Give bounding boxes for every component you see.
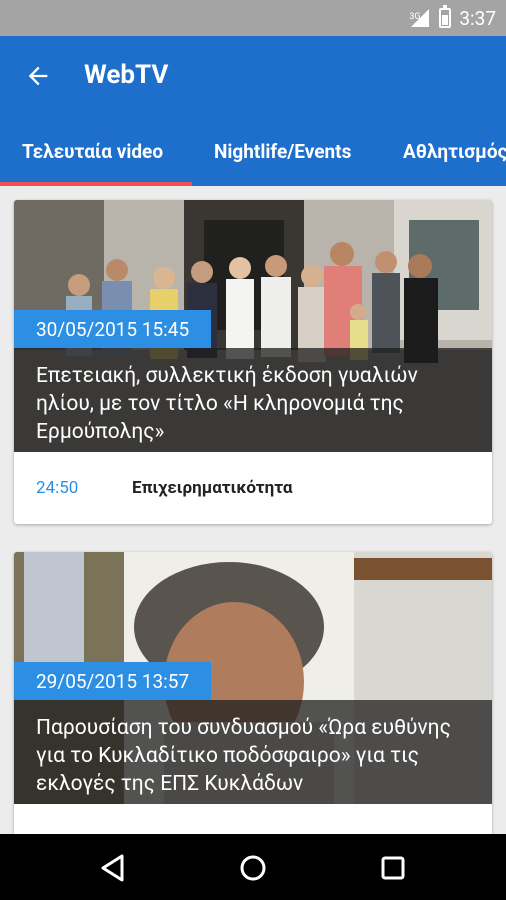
video-date-badge: 29/05/2015 13:57 — [14, 662, 212, 700]
home-circle-icon — [240, 855, 266, 881]
video-thumbnail: 30/05/2015 15:45 Επετειακή, συλλεκτική έ… — [14, 200, 492, 452]
system-nav-bar — [0, 834, 506, 900]
back-triangle-icon — [101, 854, 124, 882]
card-footer: 24:50 Επιχειρηματικότητα — [14, 452, 492, 524]
tab-nightlife-events[interactable]: Nightlife/Events — [214, 116, 351, 186]
recents-square-icon — [381, 856, 405, 880]
status-icons: 3G 3:37 — [409, 0, 496, 36]
app-title: WebTV — [84, 60, 169, 90]
arrow-back-icon — [28, 66, 48, 86]
video-card[interactable]: 30/05/2015 15:45 Επετειακή, συλλεκτική έ… — [14, 200, 492, 524]
video-category: Επιχειρηματικότητα — [132, 478, 293, 498]
video-date-badge: 30/05/2015 15:45 — [14, 310, 212, 348]
app-bar: WebTV — [0, 36, 506, 116]
video-title: Παρουσίαση του συνδυασμού «Ώρα ευθύνης γ… — [14, 700, 492, 804]
back-button[interactable] — [20, 58, 56, 94]
video-thumbnail: 29/05/2015 13:57 Παρουσίαση του συνδυασμ… — [14, 552, 492, 804]
video-title: Επετειακή, συλλεκτική έκδοση γυαλιών ηλί… — [14, 348, 492, 452]
battery-icon — [439, 5, 452, 28]
nav-home-button[interactable] — [233, 848, 273, 888]
network-type: 3G — [409, 12, 421, 22]
video-duration: 24:50 — [36, 478, 79, 498]
clock: 3:37 — [459, 6, 496, 30]
status-bar: 3G 3:37 — [0, 0, 506, 36]
signal-icon: 3G — [409, 7, 431, 29]
nav-back-button[interactable] — [93, 848, 133, 888]
video-list[interactable]: 30/05/2015 15:45 Επετειακή, συλλεκτική έ… — [0, 186, 506, 834]
tab-sports[interactable]: Αθλητισμός — [403, 116, 506, 186]
nav-recents-button[interactable] — [373, 848, 413, 888]
video-card[interactable]: 29/05/2015 13:57 Παρουσίαση του συνδυασμ… — [14, 552, 492, 834]
tab-bar: Τελευταία video Nightlife/Events Αθλητισ… — [0, 116, 506, 186]
tab-latest-videos[interactable]: Τελευταία video — [22, 116, 163, 186]
